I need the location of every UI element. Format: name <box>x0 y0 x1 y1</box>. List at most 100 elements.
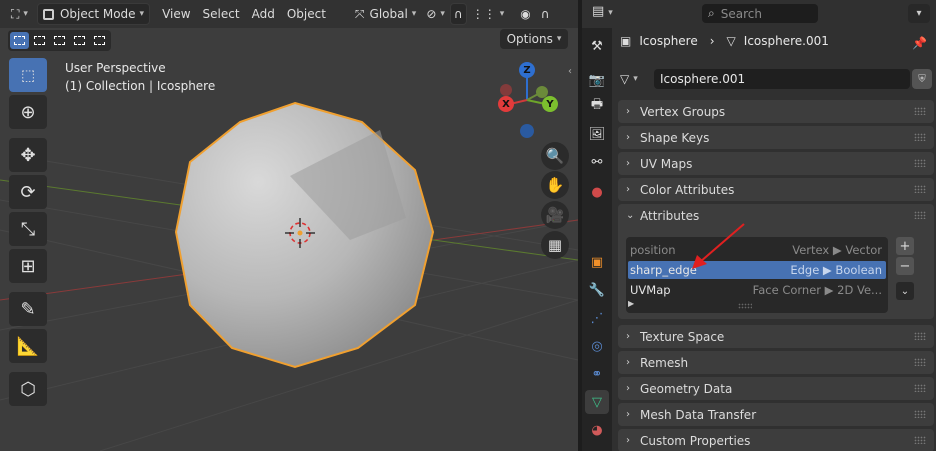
attribute-row-uvmap[interactable]: UVMap Face Corner ▶ 2D Ve... <box>628 281 886 299</box>
select-invert-button[interactable] <box>70 32 89 49</box>
gizmo-z-axis[interactable]: Z <box>519 62 535 78</box>
pan-button[interactable]: ✋ <box>541 171 569 199</box>
snap-target-dropdown[interactable]: ⋮⋮ ▾ <box>467 3 510 25</box>
navigation-gizmo[interactable]: Z X Y <box>490 58 570 148</box>
tab-object[interactable]: ▣ <box>585 250 609 274</box>
tab-constraints[interactable]: ⚭ <box>585 362 609 386</box>
ortho-toggle-button[interactable]: ▦ <box>541 231 569 259</box>
menu-select[interactable]: Select <box>197 3 246 25</box>
gizmo-neg-y-axis[interactable] <box>536 86 548 98</box>
search-input[interactable]: ⌕ Search <box>702 4 818 23</box>
tab-modifiers[interactable]: 🔧 <box>585 278 609 302</box>
shield-icon: ⛨ <box>918 73 926 85</box>
panel-remesh[interactable]: › Remesh <box>618 351 934 374</box>
attributes-list[interactable]: position Vertex ▶ Vector sharp_edge Edge… <box>626 237 888 313</box>
gizmo-y-axis[interactable]: Y <box>542 96 558 112</box>
tab-mesh-data[interactable]: ▽ <box>585 390 609 414</box>
panel-uv-maps[interactable]: › UV Maps <box>618 152 934 175</box>
drag-handle-icon[interactable] <box>914 159 926 167</box>
tab-tool[interactable]: ⚒ <box>585 34 609 58</box>
select-new-button[interactable] <box>10 32 29 49</box>
editor-type-button[interactable]: ▤ ▾ <box>592 4 613 19</box>
tab-scene[interactable]: ⚯ <box>585 150 609 174</box>
header-options-button[interactable]: ▾ <box>908 4 930 23</box>
mode-dropdown[interactable]: Object Mode ▾ <box>36 3 151 25</box>
camera-icon: 🎥 <box>545 206 565 224</box>
tab-render[interactable]: 📷 <box>585 68 609 92</box>
panel-texture-space[interactable]: › Texture Space <box>618 325 934 348</box>
menu-view[interactable]: View <box>156 3 196 25</box>
mesh-datablock-selector: ▽ ▾ Icosphere.001 ⛨ <box>620 68 934 90</box>
tab-particles[interactable]: ⋰ <box>585 306 609 330</box>
tab-world[interactable]: ● <box>585 180 609 204</box>
falloff-dropdown[interactable]: ∩ <box>536 3 555 25</box>
proportional-edit-toggle[interactable]: ◉ <box>515 3 535 25</box>
attribute-row-sharp-edge[interactable]: sharp_edge Edge ▶ Boolean <box>628 261 886 279</box>
options-dropdown[interactable]: Options ▾ <box>500 29 568 49</box>
drag-handle-icon[interactable] <box>914 358 926 366</box>
drag-handle-icon[interactable] <box>914 384 926 392</box>
panel-mesh-data-transfer[interactable]: › Mesh Data Transfer <box>618 403 934 426</box>
pivot-point-dropdown[interactable]: ⊘ ▾ <box>421 3 450 25</box>
transform-orientation-dropdown[interactable]: ⤧ Global ▾ <box>350 3 421 25</box>
tool-select-box[interactable]: ⬚ <box>9 58 47 92</box>
tool-cursor[interactable]: ⊕ <box>9 95 47 129</box>
select-extend-button[interactable] <box>30 32 49 49</box>
gizmo-x-axis[interactable]: X <box>498 96 514 112</box>
drag-handle-icon[interactable] <box>914 133 926 141</box>
fake-user-button[interactable]: ⛨ <box>912 69 932 89</box>
gizmo-neg-z-axis[interactable] <box>520 124 534 138</box>
3d-viewport[interactable]: ⛶ ▾ Object Mode ▾ View Select Add Object … <box>0 0 578 451</box>
list-filter-toggle-icon[interactable]: ▶ <box>628 299 634 308</box>
panel-label: Mesh Data Transfer <box>640 407 757 422</box>
panel-custom-properties[interactable]: › Custom Properties <box>618 429 934 451</box>
panel-color-attributes[interactable]: › Color Attributes <box>618 178 934 201</box>
tool-transform[interactable]: ⊞ <box>9 249 47 283</box>
snap-toggle[interactable]: ∩ <box>449 3 467 25</box>
tool-rotate[interactable]: ⟳ <box>9 175 47 209</box>
tool-move[interactable]: ✥ <box>9 138 47 172</box>
drag-handle-icon[interactable] <box>914 410 926 418</box>
tool-scale[interactable]: ⤡ <box>9 212 47 246</box>
panel-attributes[interactable]: ⌄ Attributes <box>618 204 934 227</box>
panel-label: Shape Keys <box>640 130 710 145</box>
panel-vertex-groups[interactable]: › Vertex Groups <box>618 100 934 123</box>
zoom-button[interactable]: 🔍 <box>541 142 569 170</box>
list-resize-handle[interactable] <box>738 303 752 309</box>
drag-handle-icon[interactable] <box>914 211 926 219</box>
panel-label: Remesh <box>640 355 689 370</box>
attribute-specials-menu[interactable]: ⌄ <box>896 282 914 300</box>
tool-annotate[interactable]: ✎ <box>9 292 47 326</box>
tool-measure[interactable]: 📐 <box>9 329 47 363</box>
tab-physics[interactable]: ◎ <box>585 334 609 358</box>
drag-handle-icon[interactable] <box>914 107 926 115</box>
pin-icon[interactable]: 📌 <box>912 36 927 50</box>
drag-handle-icon[interactable] <box>914 436 926 444</box>
search-placeholder: Search <box>720 6 762 21</box>
drag-handle-icon[interactable] <box>914 332 926 340</box>
attribute-domain-type: Face Corner ▶ 2D Ve... <box>752 283 882 297</box>
gizmo-neg-x-axis[interactable] <box>500 84 512 96</box>
properties-icon: ▤ <box>592 4 605 19</box>
drag-handle-icon[interactable] <box>914 185 926 193</box>
browse-mesh-button[interactable]: ▽ ▾ <box>620 72 650 86</box>
camera-view-button[interactable]: 🎥 <box>541 201 569 229</box>
attribute-row-position[interactable]: position Vertex ▶ Vector <box>628 241 886 259</box>
breadcrumb-object: Icosphere <box>639 34 698 48</box>
tab-output[interactable]: 🖶 <box>585 94 609 118</box>
menu-add[interactable]: Add <box>246 3 281 25</box>
tool-add-cube[interactable]: ⬡ <box>9 372 47 406</box>
tab-material[interactable]: ◕ <box>585 418 609 442</box>
panel-shape-keys[interactable]: › Shape Keys <box>618 126 934 149</box>
remove-attribute-button[interactable]: − <box>896 257 914 275</box>
editor-type-button[interactable]: ⛶ ▾ <box>6 3 33 25</box>
panel-geometry-data[interactable]: › Geometry Data <box>618 377 934 400</box>
chevron-down-icon: ▾ <box>633 74 638 84</box>
sidebar-toggle-icon[interactable]: ‹ <box>568 66 572 77</box>
menu-object[interactable]: Object <box>281 3 332 25</box>
tab-view-layer[interactable]: 🖼 <box>585 122 609 146</box>
select-intersect-button[interactable] <box>90 32 109 49</box>
select-subtract-button[interactable] <box>50 32 69 49</box>
mesh-name-field[interactable]: Icosphere.001 <box>654 69 910 89</box>
add-attribute-button[interactable]: + <box>896 237 914 255</box>
